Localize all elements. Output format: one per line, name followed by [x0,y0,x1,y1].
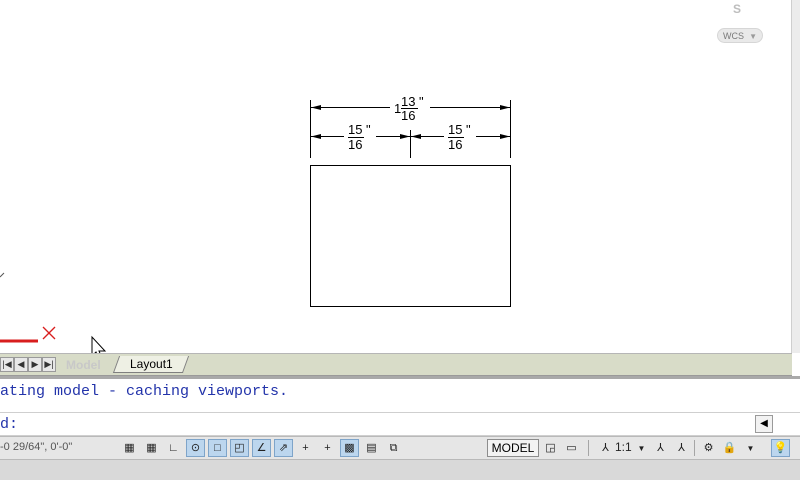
tab-nav-first-button[interactable]: |◀ [0,357,14,372]
tab-layout1-label: Layout1 [129,357,173,371]
status-bar: -0 29/64", 0'-0" ▦ ▦ ∟ ⊙ □ ◰ ∠ ⇗ + + ▩ ▤ ⧉ MODEL ◲ ▭… [0,436,800,460]
left-dim-numerator: 15 [348,122,362,137]
layout-tab-bar: |◀ ◀ ▶ ▶| Model Layout1 [0,353,792,376]
command-history: ating model - caching viewports. [0,376,800,412]
ucs-x-marker-icon [42,326,56,340]
arrowhead-icon [400,134,410,139]
transparency-icon[interactable]: ▤ [362,439,381,457]
command-scroll-left-button[interactable]: ◀ [755,415,773,433]
left-dim-unit: " [366,122,371,137]
window-bottom-strip [0,460,800,480]
tab-nav-last-button[interactable]: ▶| [42,357,56,372]
ucs-y-axis-tick [0,272,5,278]
ortho-mode-icon[interactable]: ⊙ [186,439,205,457]
annotation-visibility-icon[interactable]: ⅄ [651,439,670,457]
tab-layout1[interactable]: Layout1 [112,356,190,373]
command-line[interactable]: d: ◀ [0,412,800,436]
arrow-cursor-icon [91,335,107,353]
vertical-scrollbar[interactable] [791,0,800,353]
object-snap-icon[interactable]: ◰ [230,439,249,457]
arrowhead-icon [500,134,510,139]
dynamic-input-icon[interactable]: + [318,439,337,457]
command-history-line: ating model - caching viewports. [0,383,289,400]
right-dim-unit: " [466,122,471,137]
grid-display-icon[interactable]: ∟ [164,439,183,457]
annotation-scale-icon[interactable]: ⅄ [596,439,615,457]
workspace-gear-icon[interactable]: ⚙ [699,439,718,457]
overall-dim-denominator: 16 [401,108,415,123]
model-space-button[interactable]: MODEL [487,439,539,457]
object-snap-tracking-icon[interactable]: ⇗ [274,439,293,457]
annotation-scale-value[interactable]: 1:1 [615,440,632,454]
arrowhead-icon [311,134,321,139]
polar-tracking-icon[interactable]: □ [208,439,227,457]
lineweight-icon[interactable]: ▩ [340,439,359,457]
arrowhead-icon [500,105,510,110]
infer-constraints-icon[interactable]: ▦ [120,439,139,457]
chevron-down-icon[interactable]: ▼ [741,439,760,457]
coordinate-readout[interactable]: -0 29/64", 0'-0" [0,441,72,453]
left-dim-denominator: 16 [348,137,362,152]
right-dim-denominator: 16 [448,137,462,152]
selection-cycling-icon[interactable]: ⧉ [384,439,403,457]
arrowhead-icon [311,105,321,110]
auto-scale-icon[interactable]: ⅄ [672,439,691,457]
lock-icon[interactable]: 🔒 [720,439,739,457]
quick-view-layouts-icon[interactable]: ◲ [541,439,560,457]
3d-object-snap-icon[interactable]: ∠ [252,439,271,457]
overall-dim-unit: " [419,94,424,109]
overall-dim-numerator: 13 [401,94,415,109]
snap-mode-icon[interactable]: ▦ [142,439,161,457]
dynamic-ucs-icon[interactable]: + [296,439,315,457]
drawing-area: 1 13 16 " 15 16 " 15 16 " [0,94,511,353]
tab-nav-next-button[interactable]: ▶ [28,357,42,372]
drawn-rectangle[interactable] [310,165,511,307]
right-dim-numerator: 15 [448,122,462,137]
chevron-down-icon[interactable]: ▼ [632,439,651,457]
tab-model[interactable]: Model [58,356,114,374]
isolate-objects-lightbulb-icon[interactable]: 💡 [771,439,790,457]
quick-view-drawings-icon[interactable]: ▭ [562,439,581,457]
arrowhead-icon [411,134,421,139]
command-prompt: d: [0,416,19,433]
tab-nav-prev-button[interactable]: ◀ [14,357,28,372]
